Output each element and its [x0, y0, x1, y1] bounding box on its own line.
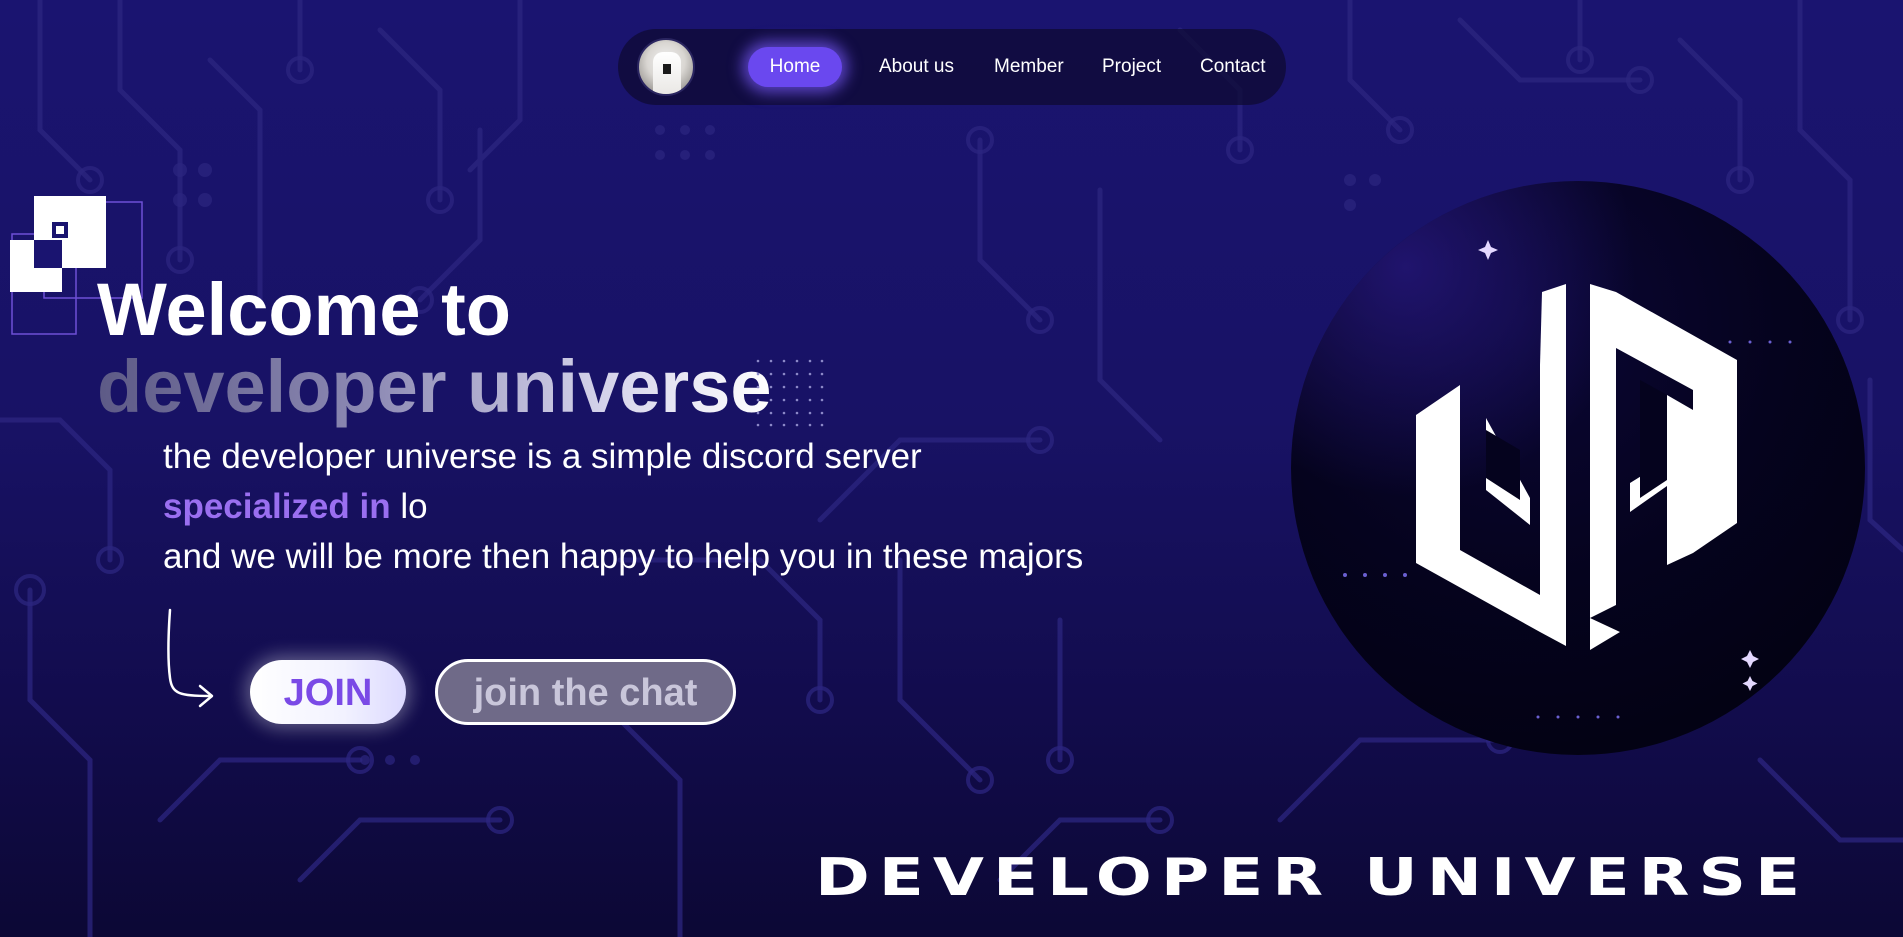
- highlight-text: specialized in: [163, 487, 391, 526]
- typing-text: lo: [390, 487, 428, 526]
- hero-description-line2: specialized in lo: [163, 486, 428, 528]
- dnu-monogram-icon: [1291, 181, 1865, 755]
- join-button[interactable]: JOIN: [250, 660, 406, 724]
- avatar-figure: [653, 52, 681, 94]
- hero-description-line3: and we will be more then happy to help y…: [163, 537, 1084, 576]
- avatar[interactable]: [637, 38, 695, 96]
- nav-about-us[interactable]: About us: [879, 52, 954, 82]
- nav-home[interactable]: Home: [748, 47, 842, 87]
- nav-member[interactable]: Member: [994, 52, 1064, 82]
- curved-arrow-icon: [167, 608, 214, 708]
- hero-subtitle: developer universe: [97, 345, 772, 428]
- join-chat-button[interactable]: join the chat: [435, 659, 736, 725]
- brand-wordmark: DEVELOPER UNIVERSE: [815, 847, 1810, 908]
- landing-page: Home About us Member Project Contact Wel…: [0, 0, 1903, 937]
- nav-project[interactable]: Project: [1102, 52, 1161, 82]
- dot-grid-decoration: [756, 359, 824, 427]
- main-navigation: Home About us Member Project Contact: [618, 29, 1286, 105]
- hero-description-line1: the developer universe is a simple disco…: [163, 437, 922, 476]
- hero-title: Welcome to: [97, 268, 511, 351]
- nav-contact[interactable]: Contact: [1200, 52, 1265, 82]
- avatar-badge: [663, 64, 671, 74]
